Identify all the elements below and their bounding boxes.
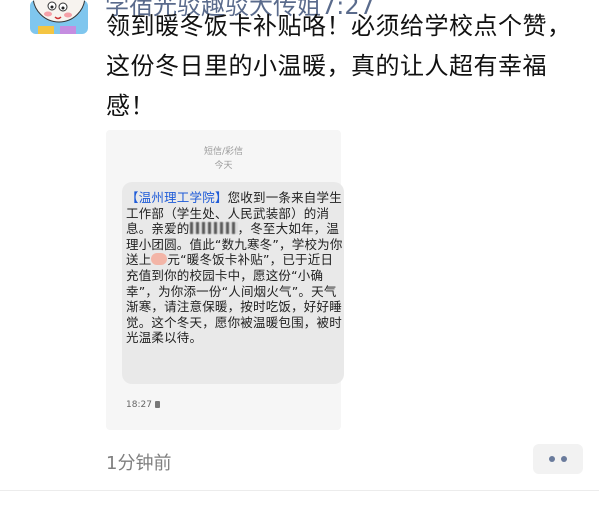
post-time: 1分钟前	[106, 453, 172, 474]
sms-header-type: 短信/彩信	[203, 147, 244, 157]
sms-seg3: 元“暖冬饭卡补贴”，已于近日充值到你的校园卡中，愿这份“小确幸”，为你添一份“人…	[126, 252, 342, 346]
sms-time: 18:27	[126, 400, 152, 410]
redacted-name	[189, 222, 238, 235]
divider	[0, 490, 599, 491]
redacted-amount-sticker	[151, 253, 168, 266]
sms-status-icon	[155, 401, 160, 408]
avatar-icon[interactable]	[30, 0, 88, 34]
more-dots-icon[interactable]	[533, 444, 583, 474]
sms-screenshot-card[interactable]: 短信/彩信 今天 【温州理工学院】您收到一条来自学生工作部（学生处、人民武装部）…	[106, 130, 344, 430]
post-text: 领到暖冬饭卡补贴咯！必须给学校点个赞，这份冬日里的小温暖，真的让人超有幸福感！	[106, 12, 572, 120]
sms-message: 【温州理工学院】您收到一条来自学生工作部（学生处、人民武装部）的消息。亲爱的 ，冬…	[126, 190, 344, 346]
dot	[549, 456, 555, 462]
sms-org-link[interactable]: 【温州理工学院】	[126, 190, 228, 205]
sms-header-day: 今天	[214, 161, 233, 171]
dot	[561, 456, 567, 462]
